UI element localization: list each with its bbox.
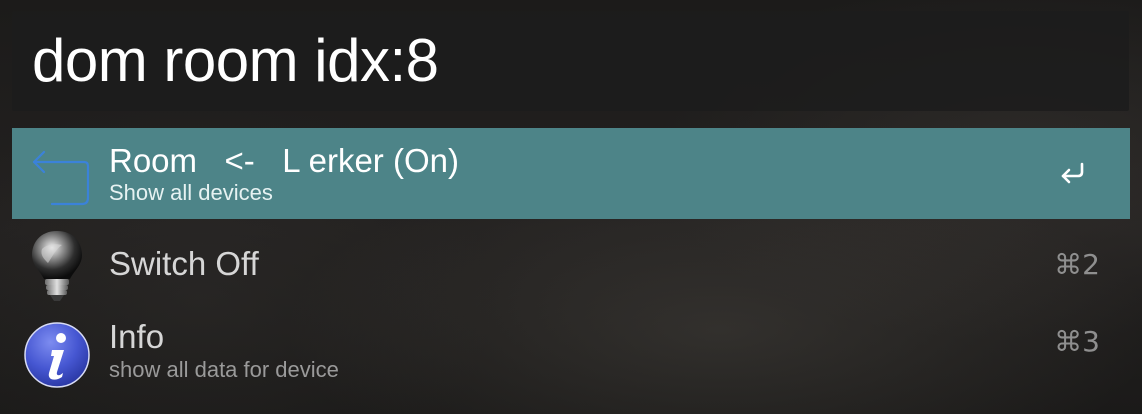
- result-subtitle: show all data for device: [109, 357, 339, 382]
- result-title: Room <- L erker (On): [109, 142, 459, 179]
- search-input[interactable]: dom room idx:8: [32, 23, 439, 99]
- result-item-switch-off[interactable]: Switch Off ⌘2: [12, 219, 1130, 310]
- info-icon: [22, 320, 92, 390]
- launcher-window: dom room idx:8 Room <- L erker (On) Show…: [0, 0, 1142, 414]
- shortcut-label: ⌘3: [1054, 325, 1100, 358]
- results-list: Room <- L erker (On) Show all devices Sw…: [12, 128, 1130, 401]
- result-item-info[interactable]: Info show all data for device ⌘3: [12, 310, 1130, 401]
- result-title: Info: [109, 318, 165, 355]
- return-key-icon: [1058, 158, 1088, 188]
- return-arrow-icon: [22, 142, 92, 212]
- result-subtitle: Show all devices: [109, 180, 273, 205]
- result-title: Switch Off: [109, 245, 259, 282]
- result-item-room[interactable]: Room <- L erker (On) Show all devices: [12, 128, 1130, 219]
- shortcut-label: ⌘2: [1054, 248, 1100, 281]
- lightbulb-icon: [22, 227, 92, 301]
- search-bar[interactable]: dom room idx:8: [12, 11, 1129, 111]
